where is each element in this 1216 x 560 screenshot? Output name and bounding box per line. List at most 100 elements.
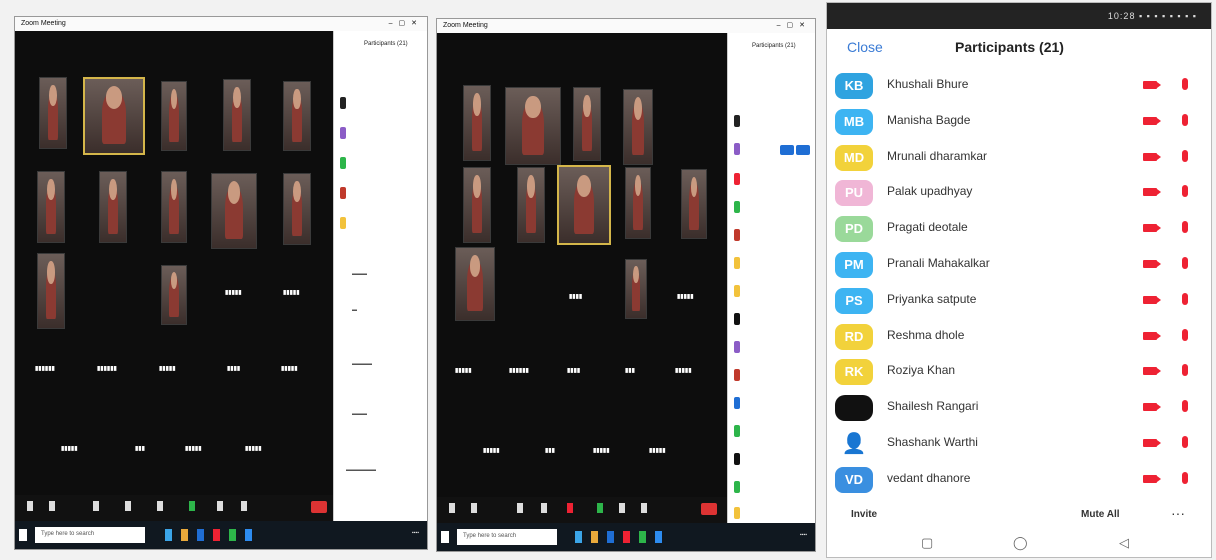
participant-avatar[interactable] [734,507,740,519]
participant-row-label[interactable]: ▬▬▬ [352,271,367,277]
video-off-icon[interactable] [1143,224,1161,233]
security-icon[interactable] [517,503,523,513]
participant-tile-label[interactable]: ▮▮▮▮▮ [593,447,610,454]
share-screen-icon[interactable] [597,503,603,513]
participant-avatar[interactable] [734,425,740,437]
video-tile[interactable] [681,169,707,239]
participant-avatar[interactable] [340,157,346,169]
video-tile[interactable] [455,247,495,321]
participant-tile-label[interactable]: ▮▮▮▮▮ [61,445,78,452]
host-tag-button[interactable] [780,145,794,155]
mic-muted-icon[interactable] [1182,149,1188,162]
app-icon[interactable] [245,529,252,541]
participant-row-label[interactable]: ▬▬▬ [352,411,367,417]
participant-tile-label[interactable]: ▮▮▮▮ [569,293,582,300]
video-tile-active-speaker[interactable] [557,165,611,245]
participant-tile-label[interactable]: ▮▮▮▮▮▮ [35,365,55,372]
app-icon[interactable] [591,531,598,543]
participant-avatar[interactable] [734,481,740,493]
app-icon[interactable] [575,531,582,543]
participant-row[interactable]: RK Roziya Khan [827,355,1211,391]
video-tile[interactable] [37,253,65,329]
mic-muted-icon[interactable] [1182,221,1188,234]
start-icon[interactable] [441,531,449,543]
app-icon[interactable] [639,531,646,543]
mic-muted-icon[interactable] [1182,400,1188,413]
chat-icon[interactable] [157,501,163,511]
video-tile[interactable] [99,171,127,243]
video-off-icon[interactable] [1143,403,1161,412]
close-button[interactable]: Close [847,39,883,55]
participant-tile-label[interactable]: ▮▮▮ [545,447,555,454]
mic-muted-icon[interactable] [1182,113,1188,126]
video-tile[interactable] [283,173,311,245]
video-icon[interactable] [49,501,55,511]
video-tile[interactable] [223,79,251,151]
participant-avatar[interactable] [340,127,346,139]
mic-muted-icon[interactable] [1182,292,1188,305]
participant-row[interactable]: PD Pragati deotale [827,212,1211,248]
participant-avatar[interactable] [734,143,740,155]
participant-row-label[interactable]: ▬▬▬▬▬▬ [346,467,376,473]
participant-tile-label[interactable]: ▮▮▮▮▮▮ [97,365,117,372]
video-off-icon[interactable] [1143,152,1161,161]
participant-tile-label[interactable]: ▮▮▮▮ [227,365,240,372]
video-tile[interactable] [211,173,257,249]
video-tile[interactable] [161,81,187,151]
participant-avatar[interactable] [734,453,740,465]
reactions-icon[interactable] [641,503,647,513]
mic-muted-icon[interactable] [1182,328,1188,341]
participant-avatar[interactable] [734,229,740,241]
mute-icon[interactable] [449,503,455,513]
participant-tile-label[interactable]: ▮▮▮▮▮ [455,367,472,374]
video-tile[interactable] [573,87,601,161]
video-tile[interactable] [505,87,561,165]
chat-icon[interactable] [567,503,573,513]
participant-avatar[interactable] [734,257,740,269]
home-icon[interactable]: ◯ [1013,535,1028,551]
participant-row[interactable]: PU Palak upadhyay [827,176,1211,212]
security-icon[interactable] [93,501,99,511]
participant-tile-label[interactable]: ▮▮▮▮▮ [225,289,242,296]
participant-tile-label[interactable]: ▮▮▮▮▮ [159,365,176,372]
participants-icon[interactable] [541,503,547,513]
participant-row-label[interactable]: ▬ [352,307,357,313]
start-icon[interactable] [19,529,27,541]
video-tile-active-speaker[interactable] [83,77,145,155]
recent-apps-icon[interactable]: ▢ [921,535,933,551]
participant-avatar[interactable] [340,97,346,109]
video-tile[interactable] [623,89,653,165]
participant-row[interactable]: RD Reshma dhole [827,320,1211,356]
app-icon[interactable] [165,529,172,541]
video-tile[interactable] [625,259,647,319]
participant-row[interactable]: VD vedant dhanore [827,463,1211,499]
participant-row-label[interactable]: ▬▬▬▬ [352,361,372,367]
video-tile[interactable] [625,167,651,239]
participants-icon[interactable] [125,501,131,511]
video-tile[interactable] [463,167,491,243]
participant-tile-label[interactable]: ▮▮▮▮▮ [245,445,262,452]
app-icon[interactable] [607,531,614,543]
video-off-icon[interactable] [1143,295,1161,304]
video-off-icon[interactable] [1143,439,1161,447]
participant-tile-label[interactable]: ▮▮▮ [135,445,145,452]
participant-avatar[interactable] [734,313,740,325]
host-tag-button[interactable] [796,145,810,155]
app-icon[interactable] [655,531,662,543]
taskbar-search-input[interactable]: Type here to search [457,529,557,545]
participant-avatar[interactable] [734,173,740,185]
mute-icon[interactable] [27,501,33,511]
mic-muted-icon[interactable] [1182,185,1188,198]
participant-avatar[interactable] [340,187,346,199]
video-icon[interactable] [471,503,477,513]
participant-row[interactable]: MD Mrunali dharamkar [827,141,1211,177]
participant-tile-label[interactable]: ▮▮▮▮▮ [185,445,202,452]
participant-row[interactable]: KB Khushali Bhure [827,69,1211,105]
mic-muted-icon[interactable] [1182,364,1188,377]
video-off-icon[interactable] [1143,367,1161,376]
app-icon[interactable] [229,529,236,541]
mic-muted-icon[interactable] [1182,257,1188,269]
participant-avatar[interactable] [734,285,740,297]
participant-row[interactable]: MB Manisha Bagde [827,105,1211,141]
participant-avatar[interactable] [734,369,740,381]
